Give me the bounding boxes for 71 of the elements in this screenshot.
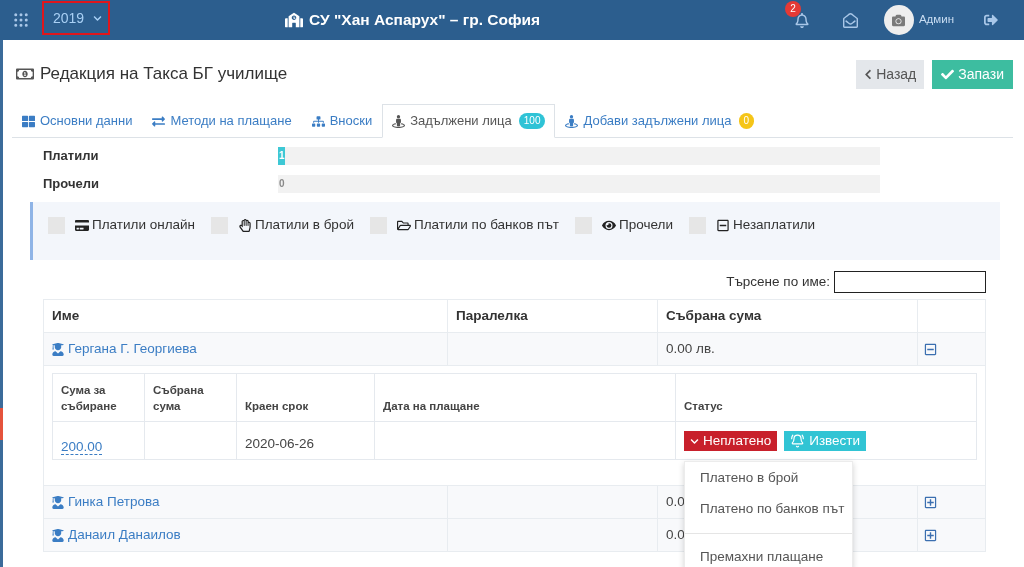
- collapse-icon[interactable]: [924, 342, 937, 356]
- filter-label[interactable]: Платили в брой: [255, 214, 354, 236]
- filter-label[interactable]: Незаплатили: [732, 214, 816, 236]
- bell-ring-icon: [790, 434, 806, 448]
- filter-label[interactable]: Платили онлайн: [92, 214, 196, 236]
- person-icon: [392, 114, 406, 128]
- collected-amount: 0.00 лв.: [666, 339, 715, 358]
- tab[interactable]: Основни данни: [12, 104, 143, 138]
- tab[interactable]: Методи на плащане: [142, 104, 302, 138]
- search-label: Търсене по име:: [726, 272, 830, 291]
- column-header: Сума за събиране: [61, 383, 118, 414]
- avatar-icon[interactable]: [883, 5, 914, 35]
- user-name[interactable]: Админ: [918, 11, 954, 29]
- menu-item[interactable]: Платено по банков път: [685, 494, 852, 525]
- count-badge: 0: [738, 113, 755, 129]
- expand-icon[interactable]: [924, 528, 937, 542]
- school-name: СУ "Хан Аспарух" – гр. София: [309, 10, 541, 31]
- collected-amount: 0.0: [666, 492, 685, 511]
- collected-amount: 0.0: [666, 525, 685, 544]
- tab[interactable]: Задължени лица 100: [382, 104, 556, 138]
- column-header: Краен срок: [245, 399, 309, 414]
- column-header: Статус: [684, 399, 723, 414]
- student-icon: [52, 495, 64, 509]
- search-field[interactable]: [834, 271, 986, 293]
- card-icon: [75, 218, 89, 232]
- student-link[interactable]: Гергана Г. Георгиева: [52, 338, 197, 360]
- year-selector[interactable]: 2019: [42, 1, 110, 35]
- back-button[interactable]: Назад: [856, 59, 925, 89]
- progress-value: 0: [279, 177, 285, 191]
- caret-icon: [690, 436, 699, 446]
- page-title: Редакция на Такса БГ училище: [40, 63, 288, 86]
- chevron-left-icon: [864, 68, 873, 80]
- menu-item[interactable]: Премахни плащане: [685, 542, 852, 567]
- stat-label: Платили: [43, 147, 100, 166]
- hand-icon: [238, 218, 253, 232]
- column-header: Паралелка: [456, 306, 528, 325]
- school-icon: [285, 12, 303, 28]
- count-badge: 100: [518, 113, 546, 129]
- money-bill-icon: [16, 66, 34, 82]
- envelope-icon[interactable]: [842, 12, 858, 28]
- column-header: Дата на плащане: [383, 399, 480, 414]
- stat-label: Прочели: [43, 175, 100, 194]
- progress-value: 1: [279, 149, 285, 163]
- menu-item[interactable]: Платено в брой: [685, 463, 852, 494]
- notification-badge: 2: [784, 0, 801, 17]
- student-icon: [52, 528, 64, 542]
- eye-icon: [602, 218, 616, 232]
- expand-icon[interactable]: [924, 495, 937, 509]
- tab[interactable]: Добави задължени лица 0: [555, 104, 765, 138]
- student-link[interactable]: Данаил Данаилов: [52, 524, 181, 546]
- apps-grid-icon[interactable]: [12, 11, 30, 29]
- filter-label[interactable]: Платили по банков път: [413, 214, 559, 236]
- filter-label[interactable]: Прочели: [619, 214, 673, 236]
- column-header: Събрана сума: [153, 383, 205, 414]
- column-header: Име: [52, 306, 80, 325]
- folder-icon: [396, 218, 411, 232]
- sitemap-icon: [311, 114, 325, 128]
- logout-icon[interactable]: [984, 13, 998, 27]
- person-icon: [565, 114, 579, 128]
- status-button[interactable]: Неплатено: [684, 431, 778, 451]
- due-date: 2020-06-26: [245, 436, 315, 451]
- arrows-icon: [152, 114, 166, 128]
- student-icon: [52, 342, 64, 356]
- student-link[interactable]: Гинка Петрова: [52, 491, 160, 513]
- grid-icon: [22, 114, 35, 128]
- column-header: Събрана сума: [666, 306, 762, 325]
- caret-icon: [93, 13, 103, 23]
- tab[interactable]: Вноски: [301, 104, 383, 138]
- amount-link[interactable]: 200.00: [61, 439, 103, 455]
- bell-icon[interactable]: [794, 12, 809, 28]
- check-icon: [941, 67, 955, 81]
